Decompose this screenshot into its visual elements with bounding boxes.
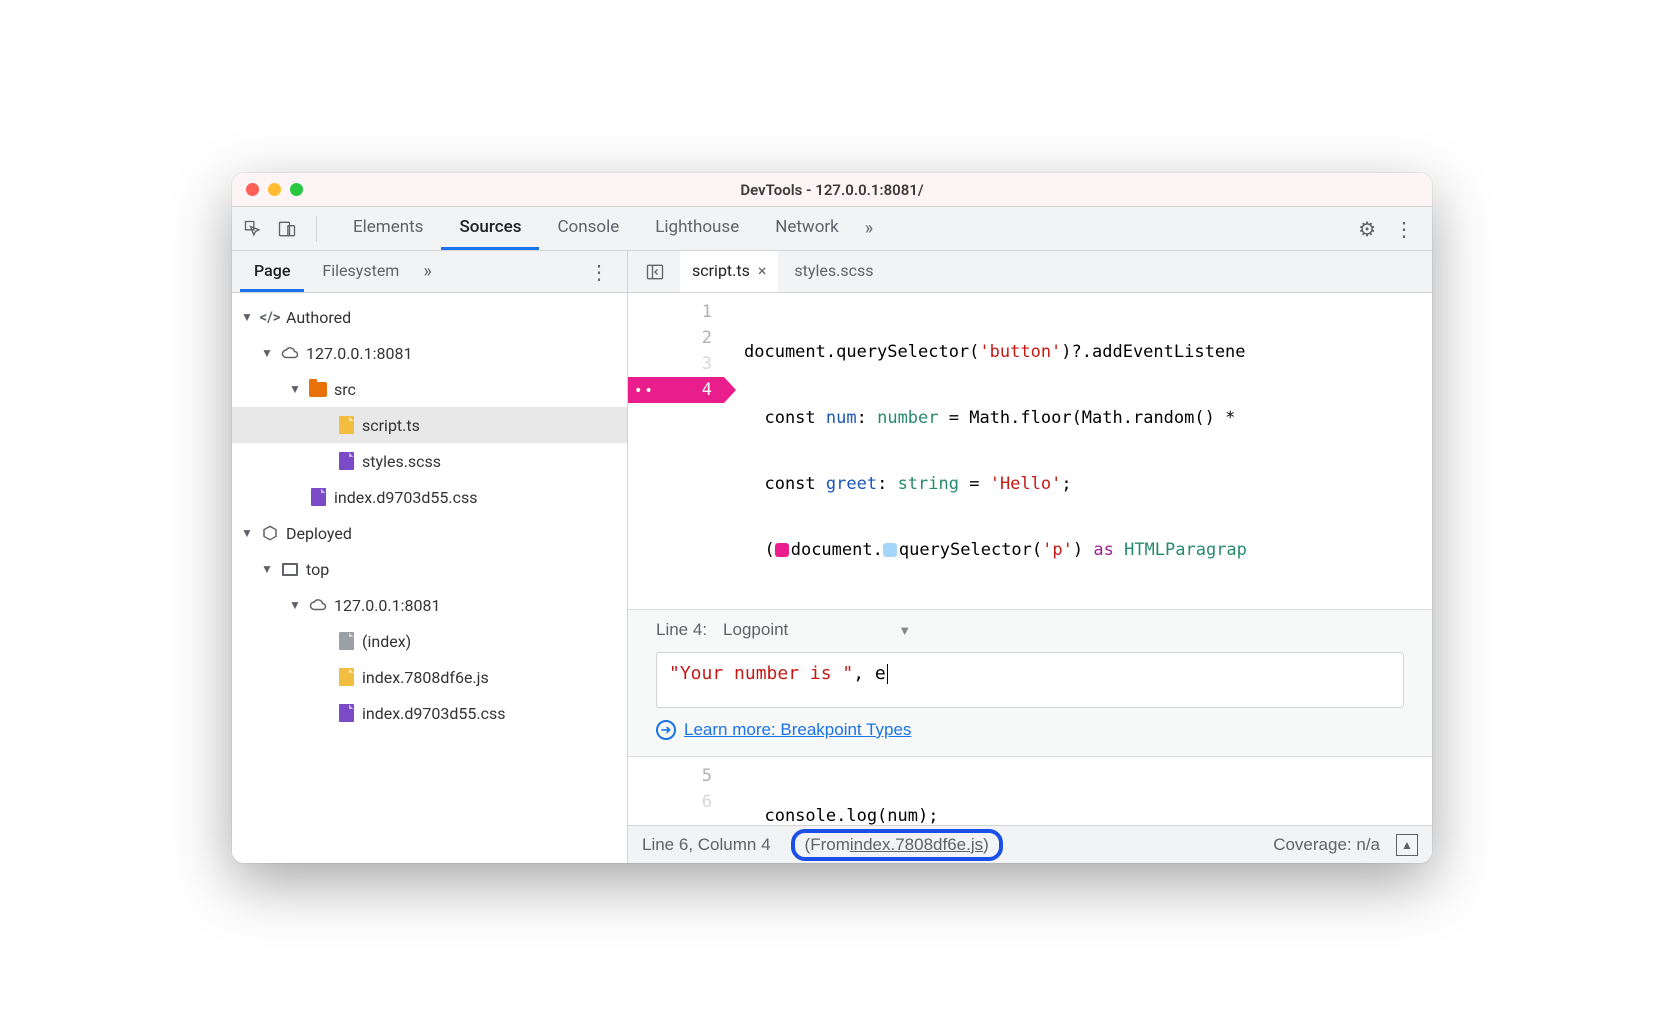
tab-console[interactable]: Console [539, 207, 637, 250]
device-toolbar-icon[interactable] [276, 218, 298, 240]
breakpoint-type-dropdown[interactable]: Logpoint ▼ [723, 620, 911, 640]
logpoint-line-label: Line 4: [656, 620, 707, 640]
titlebar: DevTools - 127.0.0.1:8081/ [232, 173, 1432, 207]
code-editor[interactable]: •• 1 2 3 4 document.querySelector('butto… [628, 293, 1432, 825]
tree-group-authored[interactable]: ▼ </> Authored [232, 299, 627, 335]
caret-down-icon: ▼ [240, 526, 254, 540]
text-cursor [886, 663, 888, 684]
tree-label: Authored [286, 308, 351, 327]
tree-frame-top[interactable]: ▼ top [232, 551, 627, 587]
tree-label: src [334, 380, 356, 399]
main-toolbar: Elements Sources Console Lighthouse Netw… [232, 207, 1432, 251]
inline-breakpoint-icon[interactable] [883, 543, 897, 557]
tree-label: Deployed [286, 524, 352, 543]
devtools-window: DevTools - 127.0.0.1:8081/ Elements Sour… [232, 173, 1432, 863]
navigator-kebab-icon[interactable]: ⋮ [579, 260, 619, 284]
tab-elements[interactable]: Elements [335, 207, 441, 250]
file-tab-label: styles.scss [794, 261, 873, 280]
file-icon [339, 632, 354, 650]
code-icon: </> [260, 307, 280, 327]
tree-file-index-css-d[interactable]: index.d9703d55.css [232, 695, 627, 731]
inspect-element-icon[interactable] [242, 218, 264, 240]
cloud-icon [308, 595, 328, 615]
file-icon [311, 488, 326, 506]
tree-file-script-ts[interactable]: script.ts [232, 407, 627, 443]
body: Page Filesystem » ⋮ ▼ </> Authored ▼ 127… [232, 251, 1432, 863]
code-lines-5-6: console.log(num); }); [726, 757, 1432, 825]
navigator-more-icon[interactable]: » [417, 261, 437, 282]
caret-down-icon: ▼ [288, 382, 302, 396]
caret-down-icon: ▼ [240, 310, 254, 324]
source-map-from: (From index.7808df6e.js ) [791, 829, 1003, 861]
file-icon [339, 416, 354, 434]
tree-label: script.ts [362, 416, 420, 435]
file-tab-label: script.ts [692, 261, 750, 280]
window-title: DevTools - 127.0.0.1:8081/ [232, 181, 1432, 199]
tree-file-index-css-a[interactable]: index.d9703d55.css [232, 479, 627, 515]
tree-file-styles-scss[interactable]: styles.scss [232, 443, 627, 479]
caret-down-icon: ▼ [260, 346, 274, 360]
tree-label: index.d9703d55.css [334, 488, 478, 507]
source-map-link[interactable]: index.7808df6e.js [850, 835, 983, 855]
tree-group-deployed[interactable]: ▼ Deployed [232, 515, 627, 551]
code-lines-1-4: document.querySelector('button')?.addEve… [726, 293, 1432, 609]
navigator-sidebar: Page Filesystem » ⋮ ▼ </> Authored ▼ 127… [232, 251, 628, 863]
show-debugger-icon[interactable]: ▲ [1396, 834, 1418, 856]
toggle-navigator-icon[interactable] [642, 259, 668, 285]
logpoint-input[interactable]: "Your number is ", e [656, 652, 1404, 708]
editor-pane: script.ts × styles.scss •• 1 2 3 4 [628, 251, 1432, 863]
logpoint-panel: Line 4: Logpoint ▼ "Your number is ", e … [628, 609, 1432, 757]
settings-gear-icon[interactable]: ⚙ [1358, 217, 1376, 241]
tab-sources[interactable]: Sources [441, 207, 539, 250]
tree-label: 127.0.0.1:8081 [306, 344, 412, 363]
logpoint-dots-icon: •• [634, 383, 655, 399]
editor-file-tabs: script.ts × styles.scss [628, 251, 1432, 293]
folder-icon [309, 382, 327, 397]
more-tabs-icon[interactable]: » [857, 207, 881, 250]
coverage-status: Coverage: n/a [1273, 835, 1380, 855]
cube-icon [260, 523, 280, 543]
tree-label: index.d9703d55.css [362, 704, 506, 723]
tree-label: styles.scss [362, 452, 441, 471]
close-tab-icon[interactable]: × [758, 261, 767, 280]
navigator-tab-filesystem[interactable]: Filesystem [308, 251, 413, 292]
navigator-tabs: Page Filesystem » ⋮ [232, 251, 627, 293]
tree-host-authored[interactable]: ▼ 127.0.0.1:8081 [232, 335, 627, 371]
tab-network[interactable]: Network [757, 207, 857, 250]
tree-label: (index) [362, 632, 411, 651]
navigator-tab-page[interactable]: Page [240, 251, 304, 292]
tree-folder-src[interactable]: ▼ src [232, 371, 627, 407]
file-tab-styles-scss[interactable]: styles.scss [782, 251, 885, 292]
tab-lighthouse[interactable]: Lighthouse [637, 207, 757, 250]
line-gutter[interactable]: •• 1 2 3 4 [628, 293, 726, 609]
file-icon [339, 452, 354, 470]
file-icon [339, 668, 354, 686]
tree-host-deployed[interactable]: ▼ 127.0.0.1:8081 [232, 587, 627, 623]
tree-label: top [306, 560, 329, 579]
file-tab-script-ts[interactable]: script.ts × [680, 251, 778, 292]
tree-file-index-js[interactable]: index.7808df6e.js [232, 659, 627, 695]
inline-breakpoint-icon[interactable] [775, 543, 789, 557]
cloud-icon [280, 343, 300, 363]
tree-file-index[interactable]: (index) [232, 623, 627, 659]
panel-tabs: Elements Sources Console Lighthouse Netw… [335, 207, 1346, 250]
kebab-menu-icon[interactable]: ⋮ [1394, 217, 1414, 241]
arrow-circle-icon: ➜ [656, 720, 676, 740]
caret-down-icon: ▼ [260, 562, 274, 576]
file-icon [339, 704, 354, 722]
editor-statusbar: Line 6, Column 4 (From index.7808df6e.js… [628, 825, 1432, 863]
chevron-down-icon: ▼ [898, 623, 911, 638]
file-tree: ▼ </> Authored ▼ 127.0.0.1:8081 ▼ src [232, 293, 627, 863]
tree-label: 127.0.0.1:8081 [334, 596, 440, 615]
separator [316, 216, 317, 242]
cursor-position: Line 6, Column 4 [642, 835, 771, 855]
line-gutter-2[interactable]: 5 6 [628, 757, 726, 825]
learn-more-link[interactable]: ➜ Learn more: Breakpoint Types [656, 720, 1404, 740]
tree-label: index.7808df6e.js [362, 668, 489, 687]
frame-icon [282, 563, 298, 576]
caret-down-icon: ▼ [288, 598, 302, 612]
